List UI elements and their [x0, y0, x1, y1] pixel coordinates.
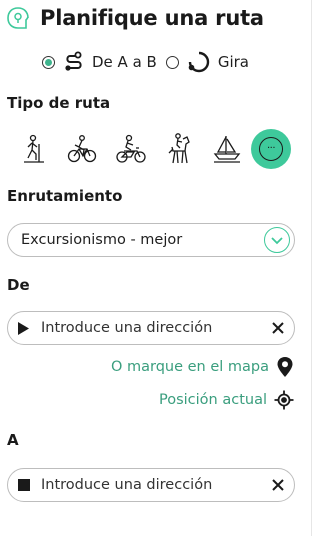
- from-address-placeholder: Introduce una dirección: [41, 320, 213, 336]
- current-location-label: Posición actual: [159, 392, 267, 408]
- route-type-list: ···: [14, 129, 294, 169]
- radio-tour[interactable]: [165, 55, 179, 69]
- radio-ab[interactable]: [42, 55, 55, 69]
- route-type-more[interactable]: ···: [251, 129, 291, 169]
- panel-border: [311, 0, 312, 536]
- app-logo-icon: [6, 6, 30, 30]
- route-mode-selector: De A a B Gira: [42, 50, 249, 74]
- routing-select-value: Excursionismo - mejor: [21, 232, 183, 248]
- routing-select[interactable]: Excursionismo - mejor: [7, 223, 295, 257]
- map-pin-icon: [276, 356, 294, 378]
- radio-ab-label[interactable]: De A a B: [92, 53, 157, 71]
- route-type-label: Tipo de ruta: [7, 94, 111, 112]
- end-marker-icon: [18, 479, 30, 495]
- sailing-icon: [213, 136, 241, 163]
- pick-on-map-label: O marque en el mapa: [110, 359, 269, 375]
- page-title: Planifique una ruta: [40, 6, 264, 30]
- clear-to-icon[interactable]: [271, 478, 285, 492]
- to-address-input[interactable]: Introduce una dirección: [7, 468, 295, 502]
- crosshair-icon: [274, 390, 294, 410]
- to-label: A: [7, 431, 19, 449]
- hiking-icon: [24, 134, 44, 163]
- current-location-link[interactable]: Posición actual: [159, 390, 294, 410]
- routing-label: Enrutamiento: [7, 187, 123, 205]
- route-ab-icon: [63, 51, 85, 73]
- chevron-down-icon: [264, 227, 290, 253]
- route-type-motorbike[interactable]: [111, 129, 151, 169]
- radio-tour-label[interactable]: Gira: [218, 53, 249, 71]
- pick-on-map-link[interactable]: O marque en el mapa: [111, 356, 294, 378]
- route-type-sailing[interactable]: [207, 129, 247, 169]
- more-icon: ···: [259, 137, 283, 161]
- header: Planifique una ruta: [6, 6, 264, 30]
- route-type-bicycle[interactable]: [62, 129, 102, 169]
- bicycle-icon: [67, 135, 97, 163]
- route-type-hiking[interactable]: [14, 129, 54, 169]
- from-label: De: [7, 276, 30, 294]
- route-tour-icon: [187, 50, 211, 74]
- horse-riding-icon: [168, 133, 190, 164]
- to-address-placeholder: Introduce una dirección: [41, 477, 213, 493]
- start-marker-icon: [17, 322, 30, 339]
- route-type-horse[interactable]: [160, 129, 200, 169]
- motorbike-icon: [116, 134, 146, 163]
- clear-from-icon[interactable]: [271, 321, 285, 335]
- from-address-input[interactable]: Introduce una dirección: [7, 311, 295, 345]
